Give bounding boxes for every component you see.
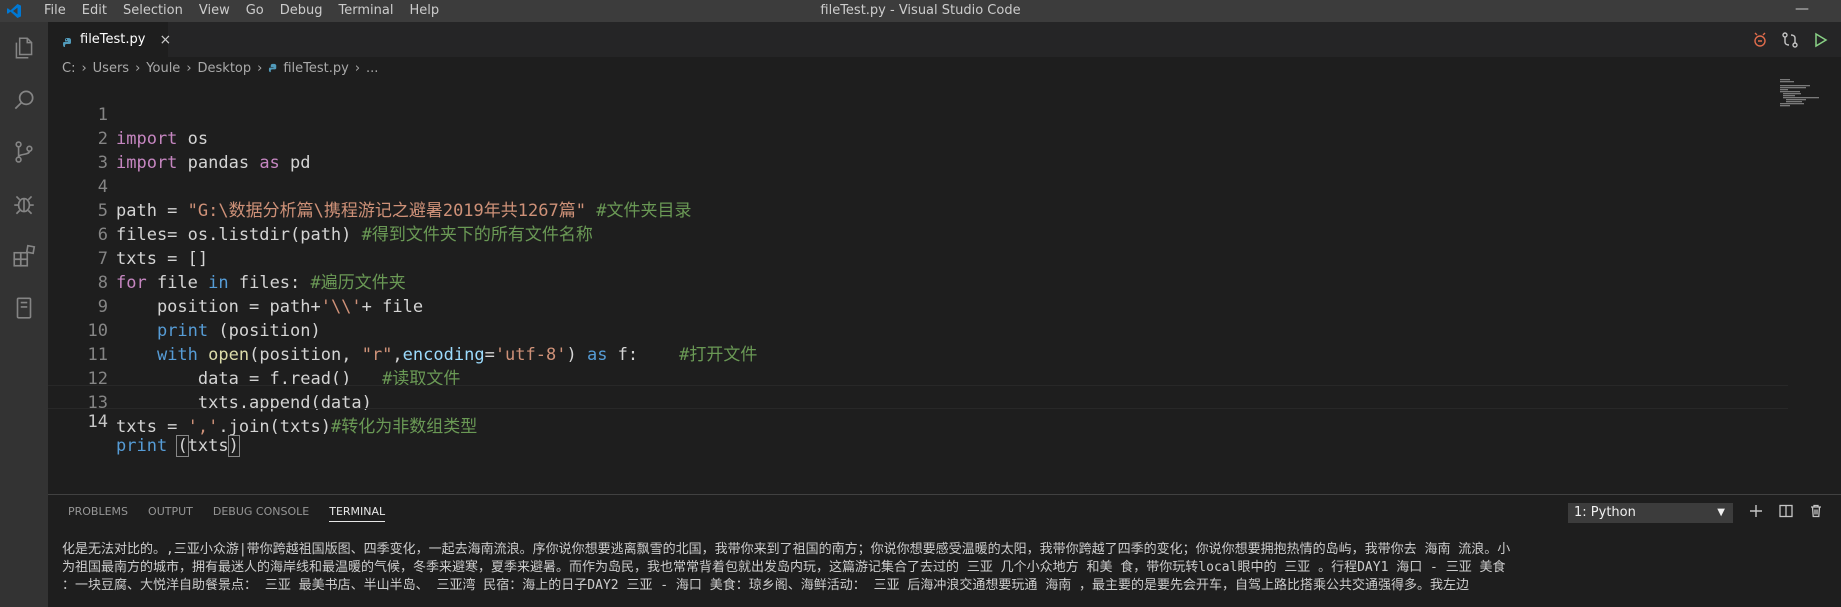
chevron-right-icon: › (186, 60, 192, 76)
code-line: 9 print (position) (48, 271, 1788, 341)
code-line: 12 txts.append(data) (48, 343, 1788, 413)
split-terminal-icon[interactable] (1778, 503, 1794, 523)
terminal-line: 为祖国最南方的城市，拥有最迷人的海岸线和最温暖的气候，冬季来避寒，夏季来避暑。而… (62, 560, 1506, 575)
terminal-line: ：一块豆腐、大悦洋自助餐景点： 三亚 最美书店、半山半岛、 三亚湾 民宿：海上的… (62, 578, 1470, 593)
breadcrumb-item[interactable]: Users (93, 61, 129, 76)
debug-icon[interactable] (0, 178, 48, 230)
tab-problems[interactable]: PROBLEMS (68, 495, 128, 529)
code-line: 2 import pandas as pd (48, 103, 1788, 173)
trash-icon[interactable] (1808, 503, 1824, 523)
code-line: 3 (48, 127, 1788, 173)
split-compare-icon[interactable] (1781, 31, 1799, 49)
remote-explorer-icon[interactable] (0, 282, 48, 334)
extensions-icon[interactable] (0, 230, 48, 282)
run-python-icon[interactable] (1811, 31, 1829, 49)
code-line: 5 files= os.listdir(path) #得到文件夹下的所有文件名称 (48, 175, 1788, 245)
editor-actions (1751, 22, 1829, 57)
terminal-output[interactable]: 化是无法对比的。,三亚小众游|带你跨越祖国版图、四季变化，一起去海南流浪。序你说… (62, 541, 1841, 595)
chevron-right-icon: › (257, 60, 263, 76)
menu-go[interactable]: Go (238, 0, 272, 22)
bottom-panel: PROBLEMS OUTPUT DEBUG CONSOLE TERMINAL 1… (48, 494, 1841, 607)
tab-debug-console[interactable]: DEBUG CONSOLE (213, 495, 309, 529)
code-line-current: 14 print (txts) (48, 385, 1788, 457)
search-icon[interactable] (0, 74, 48, 126)
chevron-right-icon: › (135, 60, 141, 76)
code-line: 11 data = f.read() #读取文件 (48, 319, 1788, 389)
menu-terminal[interactable]: Terminal (331, 0, 402, 22)
terminal-line: 化是无法对比的。,三亚小众游|带你跨越祖国版图、四季变化，一起去海南流浪。序你说… (62, 542, 1511, 557)
code-line: 6 txts = [] (48, 199, 1788, 269)
menu-debug[interactable]: Debug (272, 0, 331, 22)
terminal-select-value: 1: Python (1574, 505, 1636, 520)
menu-file[interactable]: File (36, 0, 74, 22)
line-number: 14 (87, 412, 108, 432)
tab-filetest-py[interactable]: fileTest.py × (48, 22, 171, 57)
breadcrumb-item[interactable]: Youle (146, 61, 180, 76)
tab-close-icon[interactable]: × (159, 32, 171, 48)
breadcrumb-item[interactable]: C: (62, 61, 75, 76)
python-file-icon (268, 63, 279, 74)
tab-output[interactable]: OUTPUT (148, 495, 193, 529)
chevron-right-icon: › (81, 60, 87, 76)
activity-bar (0, 22, 48, 607)
code-line: 1 import os (48, 79, 1788, 149)
menu-help[interactable]: Help (401, 0, 447, 22)
panel-actions (1748, 503, 1824, 523)
code-line: 10 with open(position, "r",encoding='utf… (48, 295, 1788, 365)
menu-edit[interactable]: Edit (74, 0, 115, 22)
tab-terminal[interactable]: TERMINAL (329, 502, 386, 522)
python-file-icon (62, 34, 74, 47)
chevron-right-icon: › (354, 60, 361, 76)
menu-bar: File Edit Selection View Go Debug Termin… (36, 0, 447, 22)
terminal-select[interactable]: 1: Python ▼ (1568, 503, 1733, 523)
code-line: 4 path = "G:\数据分析篇\携程游记之避暑2019年共1267篇" #… (48, 151, 1788, 221)
vscode-logo-icon (4, 0, 24, 22)
source-control-icon[interactable] (0, 126, 48, 178)
menu-selection[interactable]: Selection (115, 0, 191, 22)
panel-tabs: PROBLEMS OUTPUT DEBUG CONSOLE TERMINAL (68, 495, 405, 529)
code-text: print (txts) (116, 435, 240, 457)
code-editor[interactable]: 1 import os 2 import pandas as pd 3 4 pa… (48, 79, 1841, 481)
minimize-button[interactable]: — (1795, 0, 1809, 18)
compare-changes-icon[interactable] (1751, 31, 1769, 49)
code-line: 8 position = path+'\\'+ file (48, 247, 1788, 317)
minimap[interactable] (1778, 79, 1838, 119)
breadcrumb-item[interactable]: ... (366, 61, 378, 76)
new-terminal-icon[interactable] (1748, 503, 1764, 523)
menu-view[interactable]: View (191, 0, 238, 22)
editor-tabs-bar: fileTest.py × (48, 22, 1841, 57)
code-line: 7 for file in files: #遍历文件夹 (48, 223, 1788, 293)
breadcrumb-item[interactable]: fileTest.py (283, 61, 348, 76)
chevron-down-icon: ▼ (1717, 507, 1725, 518)
tab-label: fileTest.py (80, 32, 146, 47)
files-icon[interactable] (0, 22, 48, 74)
breadcrumb-item[interactable]: Desktop (198, 61, 252, 76)
breadcrumb: C: › Users › Youle › Desktop › fileTest.… (48, 57, 1841, 79)
title-bar: File Edit Selection View Go Debug Termin… (0, 0, 1841, 22)
